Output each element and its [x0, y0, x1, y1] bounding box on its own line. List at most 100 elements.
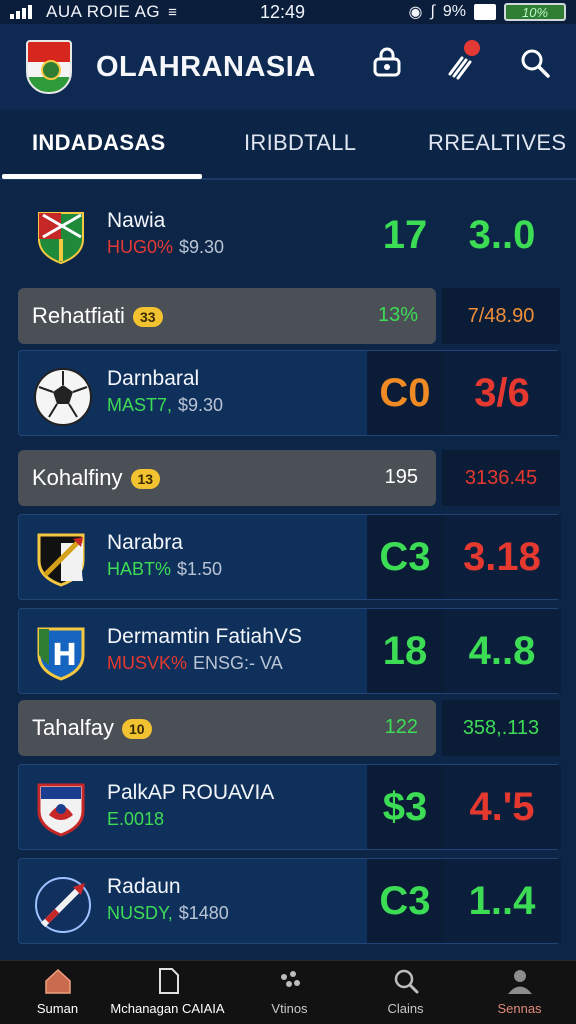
section-total: 7/48.90 — [442, 288, 560, 344]
team-stats: NUSDY, $1480 — [107, 903, 229, 924]
odd-value: 4.'5 — [469, 784, 535, 829]
battery-icon: 10% — [504, 3, 566, 21]
team-stats: E.0018 — [107, 809, 170, 830]
section-title-text: Kohalfiny — [32, 465, 123, 490]
team-crest-icon: H — [33, 625, 89, 681]
team-percent: E.0018 — [107, 809, 165, 829]
odd-cell[interactable]: 3.18 — [443, 515, 561, 599]
match-row[interactable]: Radaun NUSDY, $1480 C3 1..4 — [18, 858, 561, 944]
team-crest-icon — [33, 875, 91, 933]
search-icon[interactable] — [518, 46, 552, 80]
match-row[interactable]: Narabra HABT% $1.50 C3 3.18 — [18, 514, 561, 600]
match-row[interactable]: H Dermamtin FatiahVS MUSVK% ENSG:- VA 18 4..8 — [18, 608, 561, 694]
score-cell[interactable]: C3 — [367, 515, 443, 599]
section-count-badge: 33 — [132, 307, 163, 328]
team-name: Dermamtin FatiahVS — [107, 625, 302, 648]
team-value: $1480 — [178, 903, 229, 923]
team-crest-icon — [33, 367, 92, 426]
section-count-badge: 13 — [130, 469, 161, 490]
score-cell[interactable]: 17 — [367, 193, 443, 277]
battery-outline-icon — [474, 4, 496, 20]
nav-label: Vtinos — [271, 1001, 308, 1016]
document-icon — [158, 968, 179, 994]
match-row[interactable]: Nawia HUG0% $9.30 17 3..0 — [18, 192, 560, 278]
team-percent: MAST7, — [107, 395, 173, 415]
section-total-value: 7/48.90 — [467, 304, 535, 327]
app-header: OLAHRANASIA — [0, 24, 576, 110]
rocket-notification-icon[interactable] — [444, 40, 480, 80]
section-total: 358,.113 — [442, 700, 560, 756]
team-name: Radaun — [107, 875, 181, 898]
nav-item-clains[interactable]: Clains — [348, 967, 463, 1016]
odd-value: 4..8 — [468, 628, 536, 673]
section-title-text: Rehatfiati — [32, 303, 125, 328]
team-value: ENSG:- VA — [193, 653, 283, 673]
score-cell[interactable]: C3 — [367, 859, 443, 943]
app-logo[interactable] — [26, 40, 72, 94]
section-bar: Rehatfiati 33 13% — [18, 288, 436, 344]
search-icon — [394, 969, 418, 994]
section-total-value: 3136.45 — [464, 466, 538, 489]
section-header[interactable]: Rehatfiati 33 13% 7/48.90 — [18, 288, 560, 344]
nav-item-sennas[interactable]: Sennas — [462, 967, 576, 1016]
score-value: 17 — [382, 212, 428, 257]
section-total-value: 358,.113 — [462, 716, 540, 739]
odd-cell[interactable]: 1..4 — [443, 859, 561, 943]
nav-label: Sennas — [497, 1001, 542, 1016]
section-bar: Tahalfay 10 122 — [18, 700, 436, 756]
score-cell[interactable]: C0 — [367, 351, 443, 435]
section-title: Tahalfay 10 — [32, 715, 152, 741]
score-cell[interactable]: 18 — [367, 609, 443, 693]
team-name: Darnbaral — [107, 367, 200, 390]
section-percent: 195 — [384, 466, 418, 488]
lock-icon[interactable] — [370, 46, 404, 80]
odd-cell[interactable]: 4.'5 — [443, 765, 561, 849]
tab-iribdtall[interactable]: IRIBDTALL — [244, 130, 356, 156]
match-row[interactable]: Darnbaral MAST7, $9.30 C0 3/6 — [18, 350, 561, 436]
section-percent: 13% — [377, 304, 418, 326]
odd-cell[interactable]: 3/6 — [443, 351, 561, 435]
score-value: $3 — [382, 784, 428, 829]
signal-icon — [10, 5, 32, 19]
odd-value: 3.18 — [463, 534, 541, 579]
puzzle-icon — [280, 971, 300, 987]
section-title: Kohalfiny 13 — [32, 465, 161, 491]
team-name: PalkAP ROUAVIA — [107, 781, 275, 804]
score-value: C0 — [379, 370, 431, 415]
odd-cell[interactable]: 3..0 — [443, 193, 561, 277]
team-percent: HABT% — [107, 559, 172, 579]
section-header[interactable]: Kohalfiny 13 195 3136.45 — [18, 450, 560, 506]
match-row[interactable]: PalkAP ROUAVIA E.0018 $3 4.'5 — [18, 764, 561, 850]
team-name: Nawia — [107, 209, 166, 232]
profile-icon — [507, 970, 532, 994]
score-value: C3 — [379, 534, 431, 579]
nav-label: Suman — [36, 1001, 79, 1016]
home-icon — [44, 968, 71, 994]
nav-item-home[interactable]: Suman — [0, 967, 115, 1016]
bluetooth-icon: ∫ — [430, 3, 435, 20]
score-value: 18 — [382, 628, 428, 673]
team-crest-icon — [33, 531, 89, 587]
status-bar: AUA ROIE AG ≡ 12:49 ◉ ∫ 9% 10% — [0, 0, 576, 24]
score-cell[interactable]: $3 — [367, 765, 443, 849]
tab-rrealtives[interactable]: RREALTIVES — [428, 130, 566, 156]
battery-percent: 9% — [442, 3, 466, 20]
odd-value: 1..4 — [468, 878, 536, 923]
nav-label: Mchanagan CAIAIA — [110, 1001, 225, 1016]
team-stats: MUSVK% ENSG:- VA — [107, 653, 283, 674]
section-header[interactable]: Tahalfay 10 122 358,.113 — [18, 700, 560, 756]
tab-indadasas[interactable]: INDADASAS — [32, 130, 166, 156]
section-percent: 122 — [384, 716, 418, 738]
active-tab-indicator — [2, 174, 202, 179]
status-time: 12:49 — [260, 2, 306, 22]
team-value: $9.30 — [179, 237, 225, 257]
team-crest-icon — [33, 781, 89, 837]
team-crest-icon — [33, 209, 89, 265]
nav-item-documents[interactable]: Mchanagan CAIAIA — [110, 967, 225, 1016]
nav-item-vtinos[interactable]: Vtinos — [232, 967, 347, 1016]
team-stats: MAST7, $9.30 — [107, 395, 223, 416]
odd-cell[interactable]: 4..8 — [443, 609, 561, 693]
team-stats: HABT% $1.50 — [107, 559, 222, 580]
tab-bar: INDADASAS IRIBDTALL RREALTIVES — [0, 110, 576, 180]
section-bar: Kohalfiny 13 195 — [18, 450, 436, 506]
